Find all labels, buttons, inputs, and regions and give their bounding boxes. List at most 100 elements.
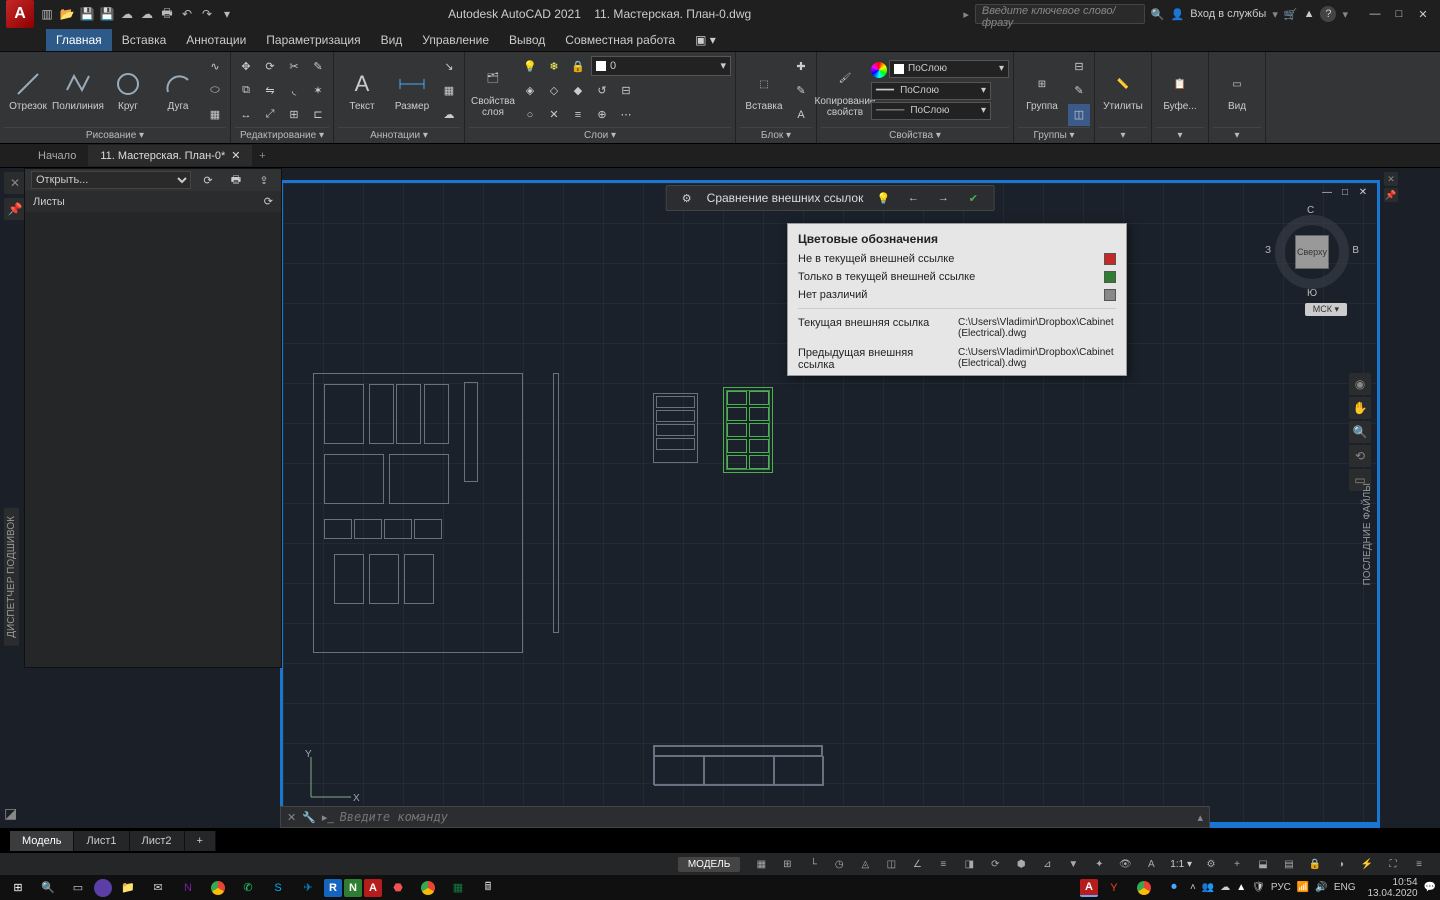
tray-net-icon[interactable]: 📶: [1297, 882, 1309, 893]
block-edit-icon[interactable]: ✎: [790, 80, 812, 102]
lock-ui-icon[interactable]: 🔒: [1304, 855, 1326, 873]
isolate-icon[interactable]: ◑: [1330, 855, 1352, 873]
panel-modify-title[interactable]: Редактирование ▾: [235, 127, 329, 143]
dir-n[interactable]: С: [1307, 205, 1314, 216]
compare-next-icon[interactable]: →: [933, 188, 953, 208]
polar-icon[interactable]: ◷: [828, 855, 850, 873]
layout1-tab[interactable]: Лист1: [74, 831, 129, 851]
tray-sound-icon[interactable]: 🔊: [1315, 882, 1327, 893]
infocenter-play-icon[interactable]: ▸: [963, 8, 969, 21]
tab-collab[interactable]: Совместная работа: [555, 29, 685, 51]
line-button[interactable]: Отрезок: [4, 58, 52, 124]
skype-icon[interactable]: S: [264, 877, 292, 899]
save-icon[interactable]: 💾: [78, 5, 96, 23]
qat-dropdown-icon[interactable]: ▾: [218, 5, 236, 23]
navis-icon[interactable]: N: [344, 879, 362, 897]
clean-screen-icon[interactable]: ⛶: [1382, 855, 1404, 873]
refresh-icon[interactable]: ⟳: [264, 195, 273, 208]
yandex-icon[interactable]: Y: [1100, 877, 1128, 899]
camtasia-icon[interactable]: ⏺: [1160, 877, 1188, 899]
layer-freeze-icon[interactable]: ❄: [543, 56, 565, 78]
compare-bulb-icon[interactable]: 💡: [873, 188, 893, 208]
color-combo[interactable]: ПоСлою▾: [889, 60, 1009, 78]
cloud-open-icon[interactable]: ☁: [118, 5, 136, 23]
tab-add-button[interactable]: +: [252, 146, 272, 166]
tab-insert[interactable]: Вставка: [112, 29, 177, 51]
isoplane-icon[interactable]: ◬: [854, 855, 876, 873]
cloud-save-icon[interactable]: ☁: [138, 5, 156, 23]
calc-icon[interactable]: 🖩: [474, 877, 502, 899]
exchange-icon[interactable]: 🛒: [1284, 8, 1298, 21]
linetype-combo[interactable]: ──── ПоСлою▾: [871, 102, 991, 120]
layer-match-icon[interactable]: ◆: [567, 80, 589, 102]
array-icon[interactable]: ⊞: [283, 104, 305, 126]
close-button[interactable]: ✕: [1412, 4, 1434, 24]
panel-clipboard-title[interactable]: ▾: [1156, 127, 1204, 143]
autocad-icon-1[interactable]: A: [364, 879, 382, 897]
sheet-set-icon[interactable]: ◪: [4, 805, 17, 822]
scale-label[interactable]: 1:1 ▾: [1170, 859, 1192, 870]
panel-utils-title[interactable]: ▾: [1099, 127, 1147, 143]
panel-view-title[interactable]: ▾: [1213, 127, 1261, 143]
dir-e[interactable]: В: [1352, 245, 1359, 256]
utilities-button[interactable]: 📏Утилиты: [1099, 58, 1147, 124]
layer-del-icon[interactable]: ✕: [543, 104, 565, 126]
insert-block-button[interactable]: ⬚Вставка: [740, 58, 788, 124]
tab-view[interactable]: Вид: [371, 29, 413, 51]
layout-add-button[interactable]: +: [185, 831, 216, 851]
signin-link[interactable]: Вход в службы: [1190, 8, 1266, 20]
selection-filter-icon[interactable]: ▼: [1062, 855, 1084, 873]
erase-icon[interactable]: ✎: [307, 56, 329, 78]
block-attr-icon[interactable]: A: [790, 104, 812, 126]
mirror-icon[interactable]: ⇋: [259, 80, 281, 102]
cmd-customize-icon[interactable]: 🔧: [302, 811, 316, 824]
sheet-publish-icon[interactable]: ⇪: [253, 169, 275, 191]
fillet-icon[interactable]: ◟: [283, 80, 305, 102]
user-icon[interactable]: 👤: [1171, 8, 1185, 21]
layer-properties-button[interactable]: 🗂Свойства слоя: [469, 58, 517, 124]
explorer-icon[interactable]: 📁: [114, 877, 142, 899]
osnap-icon[interactable]: ◫: [880, 855, 902, 873]
tab-main[interactable]: Главная: [46, 29, 112, 51]
quick-props-icon[interactable]: ▤: [1278, 855, 1300, 873]
transparency-icon[interactable]: ◨: [958, 855, 980, 873]
viewcube[interactable]: Сверху С Ю В З: [1267, 207, 1357, 297]
tray-notifications-icon[interactable]: 💬: [1424, 882, 1436, 893]
revit-icon[interactable]: R: [324, 879, 342, 897]
rotate-icon[interactable]: ⟳: [259, 56, 281, 78]
snap-icon[interactable]: ⊞: [776, 855, 798, 873]
gizmo-icon[interactable]: ✦: [1088, 855, 1110, 873]
view-button[interactable]: ▭Вид: [1213, 58, 1261, 124]
search-input[interactable]: Введите ключевое слово/фразу: [975, 4, 1145, 24]
help-icon[interactable]: ?: [1320, 6, 1336, 22]
tab-featured[interactable]: ▣ ▾: [685, 29, 726, 51]
wcs-badge[interactable]: МСК ▾: [1305, 303, 1347, 316]
panel-draw-title[interactable]: Рисование ▾: [4, 127, 226, 143]
compare-prev-icon[interactable]: ←: [903, 188, 923, 208]
layer-off-icon[interactable]: ○: [519, 104, 541, 126]
saveas-icon[interactable]: 💾: [98, 5, 116, 23]
status-model-button[interactable]: МОДЕЛЬ: [678, 857, 740, 872]
layer-prev-icon[interactable]: ↺: [591, 80, 613, 102]
move-icon[interactable]: ✥: [235, 56, 257, 78]
apps-icon[interactable]: ▲: [1304, 8, 1315, 20]
explode-icon[interactable]: ✶: [307, 80, 329, 102]
drawing-area[interactable]: — □ ✕ ⚙ Сравнение внешних ссылок 💡 ← → ✔…: [280, 180, 1380, 828]
hatch-icon[interactable]: ▦: [204, 104, 226, 126]
start-button[interactable]: ⊞: [4, 877, 32, 899]
layer-lock-icon[interactable]: 🔒: [567, 56, 589, 78]
palette-pin-icon[interactable]: 📌: [4, 198, 26, 220]
ungroup-icon[interactable]: ⊟: [1068, 56, 1090, 78]
circle-button[interactable]: Круг: [104, 58, 152, 124]
onenote-icon[interactable]: N: [174, 877, 202, 899]
nav-orbit-icon[interactable]: ⟲: [1349, 445, 1371, 467]
text-button[interactable]: AТекст: [338, 58, 386, 124]
undo-icon[interactable]: ↶: [178, 5, 196, 23]
sheet-manager-label[interactable]: ДИСПЕТЧЕР ПОДШИВОК: [4, 508, 19, 646]
autocad-taskbar-1[interactable]: A: [1080, 879, 1098, 897]
annot-monitor-icon[interactable]: +: [1226, 855, 1248, 873]
excel-icon[interactable]: ▦: [444, 877, 472, 899]
tray-lang2[interactable]: ENG: [1334, 882, 1356, 893]
dimension-button[interactable]: Размер: [388, 58, 436, 124]
tray-up-icon[interactable]: ˄: [1190, 882, 1196, 893]
